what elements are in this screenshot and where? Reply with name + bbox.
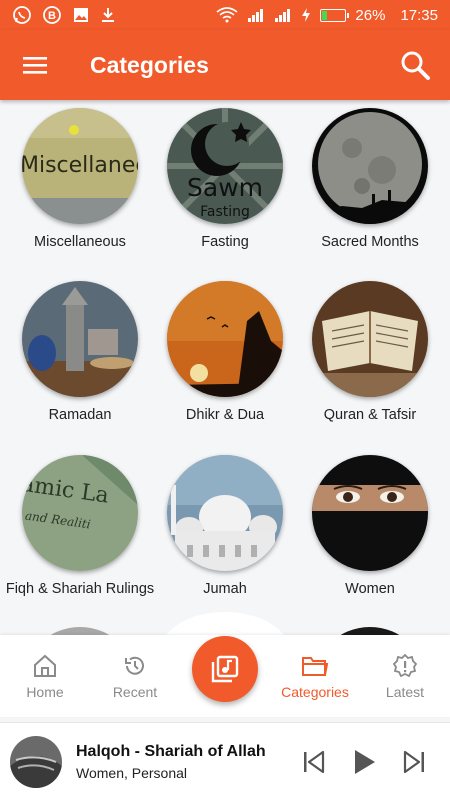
home-icon bbox=[34, 654, 56, 677]
category-image-partial bbox=[312, 627, 428, 635]
category-label: Sacred Months bbox=[321, 234, 419, 250]
category-label: Fasting bbox=[201, 234, 249, 250]
nav-categories[interactable]: Categories bbox=[270, 635, 360, 717]
signal-icon bbox=[247, 7, 265, 23]
category-image-subtext: Fasting bbox=[200, 204, 250, 220]
nav-label: Latest bbox=[385, 684, 425, 700]
search-icon bbox=[401, 51, 430, 80]
category-jumah[interactable]: Jumah bbox=[150, 455, 300, 597]
player-thumbnail bbox=[10, 735, 62, 788]
category-image: amic La and Realiti bbox=[22, 455, 138, 571]
category-label: Women bbox=[345, 581, 395, 597]
nav-home[interactable]: Home bbox=[0, 635, 90, 717]
badge-alert-icon bbox=[392, 653, 418, 678]
fab-music-button[interactable] bbox=[192, 636, 258, 702]
category-label: Miscellaneous bbox=[34, 234, 126, 250]
category-image-text: Miscellaneou bbox=[22, 153, 138, 178]
category-sacred-months[interactable]: Sacred Months bbox=[295, 108, 445, 250]
category-quran-tafsir[interactable]: Quran & Tafsir bbox=[295, 281, 445, 423]
category-image-text: Sawm bbox=[187, 173, 263, 202]
category-image-partial bbox=[22, 627, 138, 635]
category-image: Sawm Fasting bbox=[167, 108, 283, 224]
category-women[interactable]: Women bbox=[295, 455, 445, 597]
play-icon bbox=[355, 749, 375, 774]
image-icon bbox=[72, 6, 90, 24]
category-image bbox=[167, 455, 283, 571]
category-image: Miscellaneou bbox=[22, 108, 138, 224]
download-icon bbox=[100, 6, 116, 24]
category-label: Quran & Tafsir bbox=[323, 407, 417, 423]
category-label: Ramadan bbox=[48, 407, 112, 423]
player-controls bbox=[296, 744, 432, 780]
category-fiqh-shariah[interactable]: amic La and Realiti Fiqh & Shariah Rulin… bbox=[5, 455, 155, 597]
category-label: Dhikr & Dua bbox=[185, 407, 265, 423]
player-title: Halqoh - Shariah of Allah bbox=[76, 742, 266, 760]
search-button[interactable] bbox=[390, 40, 440, 90]
b-notification-icon: B bbox=[42, 5, 62, 25]
category-image bbox=[167, 281, 283, 397]
category-label: Jumah bbox=[203, 581, 247, 597]
mini-player[interactable]: Halqoh - Shariah of Allah Women, Persona… bbox=[0, 722, 450, 800]
page-title: Categories bbox=[90, 51, 209, 78]
app-bar: Categories bbox=[0, 30, 450, 100]
battery-percent: 26% bbox=[355, 6, 386, 24]
charging-icon bbox=[301, 7, 311, 23]
wifi-icon bbox=[216, 7, 238, 23]
category-image bbox=[312, 108, 428, 224]
category-image bbox=[312, 281, 428, 397]
hamburger-icon bbox=[23, 57, 47, 74]
category-miscellaneous[interactable]: Miscellaneou Miscellaneous bbox=[5, 108, 155, 250]
category-dhikr-dua[interactable]: Dhikr & Dua bbox=[150, 281, 300, 423]
nav-label: Categories bbox=[281, 684, 349, 700]
skip-next-icon bbox=[403, 750, 424, 773]
category-fasting[interactable]: Sawm Fasting Fasting bbox=[150, 108, 300, 250]
player-info: Halqoh - Shariah of Allah Women, Persona… bbox=[76, 743, 276, 781]
status-bar: B 26% 17:35 bbox=[0, 0, 450, 30]
menu-button[interactable] bbox=[10, 40, 60, 90]
category-image bbox=[22, 281, 138, 397]
nav-latest[interactable]: Latest bbox=[360, 635, 450, 717]
player-subtitle: Women, Personal bbox=[76, 764, 188, 781]
nav-label: Recent bbox=[112, 684, 158, 700]
history-icon bbox=[125, 656, 144, 675]
nav-recent[interactable]: Recent bbox=[90, 635, 180, 717]
skip-previous-button[interactable] bbox=[296, 744, 332, 780]
folder-icon bbox=[302, 657, 329, 676]
skip-previous-icon bbox=[304, 750, 325, 773]
svg-text:B: B bbox=[48, 10, 56, 22]
category-label: Fiqh & Shariah Rulings bbox=[5, 581, 155, 597]
status-time: 17:35 bbox=[400, 6, 438, 24]
signal-icon bbox=[274, 7, 292, 23]
whatsapp-icon bbox=[12, 5, 32, 25]
category-grid: Miscellaneou Miscellaneous Sawm Fasting bbox=[0, 100, 450, 635]
nav-label: Home bbox=[26, 684, 64, 700]
play-button[interactable] bbox=[346, 744, 382, 780]
category-image bbox=[312, 455, 428, 571]
category-ramadan[interactable]: Ramadan bbox=[5, 281, 155, 423]
music-library-icon bbox=[211, 655, 239, 683]
battery-icon bbox=[320, 8, 350, 22]
skip-next-button[interactable] bbox=[396, 744, 432, 780]
